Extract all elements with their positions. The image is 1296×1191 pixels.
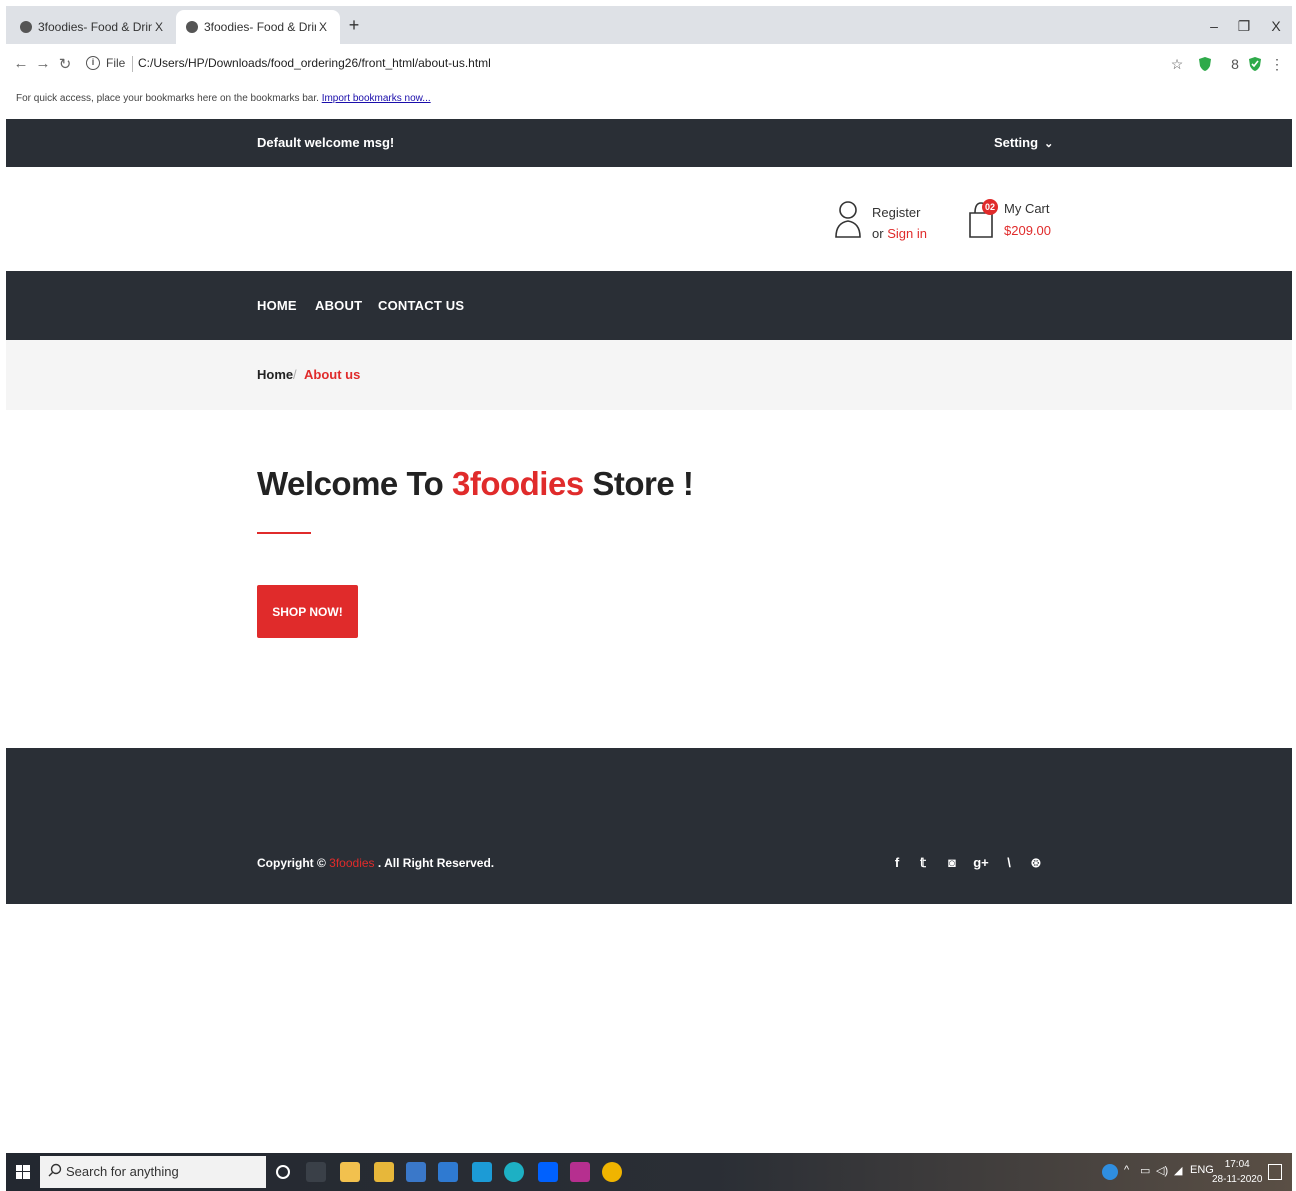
address-bar: ← → ↻ i File C:/Users/HP/Downloads/food_… [6,44,1292,84]
cart-label: My Cart [1004,201,1050,216]
breadcrumb-current: About us [304,367,361,382]
battery-icon[interactable]: ▭ [1140,1164,1150,1177]
menu-kebab-icon[interactable]: ⋮ [1270,56,1284,72]
file-scheme-label: File [106,56,126,70]
copyright-text: Copyright © 3foodies . All Right Reserve… [257,856,495,870]
restore-button[interactable]: ❐ [1234,18,1254,35]
nav-contact-us[interactable]: CONTACT US [378,298,464,313]
tab-close-icon[interactable]: X [152,20,166,34]
notifications-icon[interactable] [1268,1164,1282,1180]
title-suffix: Store ! [583,465,694,502]
title-brand: 3foodies [451,465,584,502]
url-field[interactable]: C:/Users/HP/Downloads/food_ordering26/fr… [138,56,491,70]
register-link[interactable]: Register [872,202,927,223]
app-icon[interactable] [406,1162,426,1182]
import-bookmarks-link[interactable]: Import bookmarks now... [322,93,431,104]
instagram-icon[interactable]: ◙ [944,855,960,870]
setting-dropdown[interactable]: Setting ⌄ [994,135,1053,150]
os-taskbar: Search for anything ^ ▭ ◁) ◢ ENG 17:04 2… [6,1153,1292,1191]
breadcrumb-separator: / [293,367,297,382]
cart-total: $209.00 [1004,223,1051,238]
search-icon [48,1163,62,1177]
tray-chevron-up-icon[interactable]: ^ [1124,1164,1129,1176]
search-placeholder: Search for anything [66,1164,179,1179]
info-icon[interactable]: i [86,56,100,70]
page-title: Welcome To 3foodies Store ! [257,465,694,503]
app-icon[interactable] [472,1162,492,1182]
title-prefix: Welcome To [257,465,452,502]
user-icon[interactable] [834,199,862,244]
bookmarks-prompt: For quick access, place your bookmarks h… [16,93,319,104]
windows-start-icon[interactable] [16,1165,30,1179]
dribbble-icon[interactable]: ⊛ [1028,855,1044,871]
welcome-message: Default welcome msg! [257,135,395,150]
file-explorer-icon[interactable] [374,1162,394,1182]
tab-title: 3foodies- Food & Drink [204,20,316,34]
or-text: or [872,226,884,241]
browser-tab-2[interactable]: 3foodies- Food & Drink X [176,10,340,44]
account-links: Register or Sign in [872,202,927,244]
site-footer: Copyright © 3foodies . All Right Reserve… [6,748,1292,904]
breadcrumb-home[interactable]: Home [257,367,293,382]
mini-cart[interactable]: My Cart $209.00 [1004,198,1051,242]
main-navigation: HOME ABOUT CONTACT US [6,271,1292,340]
taskbar-search[interactable]: Search for anything [40,1156,266,1188]
tab-title: 3foodies- Food & Drink [38,20,152,34]
globe-icon [186,21,198,33]
clock-time: 17:04 [1224,1159,1250,1170]
extension-shield-icon[interactable] [1198,56,1212,72]
language-indicator[interactable]: ENG [1190,1164,1214,1176]
cart-count-badge: 02 [982,199,998,215]
bookmarks-bar: For quick access, place your bookmarks h… [6,84,1292,118]
task-view-icon[interactable] [306,1162,326,1182]
rss-icon[interactable]: \ [1001,855,1017,870]
extension-check-icon[interactable] [1248,56,1262,72]
chevron-down-icon: ⌄ [1044,138,1054,150]
cortana-icon[interactable] [276,1165,290,1179]
minimize-button[interactable]: – [1204,18,1224,34]
reload-icon[interactable]: ↻ [56,55,74,73]
facebook-icon[interactable]: f [889,855,905,870]
forward-arrow-icon[interactable]: → [34,55,52,72]
new-tab-button[interactable]: + [344,15,364,36]
title-underline [257,532,311,534]
profile-icon[interactable]: 8 [1228,56,1242,72]
app-icon[interactable] [570,1162,590,1182]
nav-about[interactable]: ABOUT [315,298,362,313]
tab-close-icon[interactable]: X [316,20,330,34]
google-plus-icon[interactable]: g+ [973,855,989,870]
nav-home[interactable]: HOME [257,298,297,313]
top-bar: Default welcome msg! Setting ⌄ [6,119,1292,167]
divider [132,56,133,72]
sign-in-link[interactable]: Sign in [887,226,927,241]
volume-icon[interactable]: ◁) [1156,1164,1168,1177]
shop-now-button[interactable]: SHOP NOW! [257,585,358,638]
store-icon[interactable] [340,1162,360,1182]
breadcrumb: Home / About us [6,340,1292,410]
footer-brand-link[interactable]: 3foodies [329,856,374,870]
globe-icon [20,21,32,33]
chrome-browser-icon[interactable] [602,1162,622,1182]
back-arrow-icon[interactable]: ← [12,55,30,72]
twitter-icon[interactable]: 𝕥 [915,855,931,871]
browser-tab-strip: 3foodies- Food & Drink X 3foodies- Food … [6,6,1292,44]
bookmark-star-icon[interactable]: ☆ [1170,56,1184,72]
setting-label: Setting [994,135,1039,150]
network-icon[interactable]: ◢ [1174,1164,1182,1177]
close-window-button[interactable]: X [1266,18,1286,34]
clock-date: 28-11-2020 [1212,1174,1263,1185]
dropbox-icon[interactable] [538,1162,558,1182]
clock[interactable]: 17:04 28-11-2020 [1212,1157,1262,1187]
edge-browser-icon[interactable] [504,1162,524,1182]
mail-icon[interactable] [438,1162,458,1182]
help-icon[interactable] [1102,1164,1118,1180]
site-header: Register or Sign in 02 My Cart $209.00 [6,167,1292,271]
browser-tab-1[interactable]: 3foodies- Food & Drink X [10,10,176,44]
